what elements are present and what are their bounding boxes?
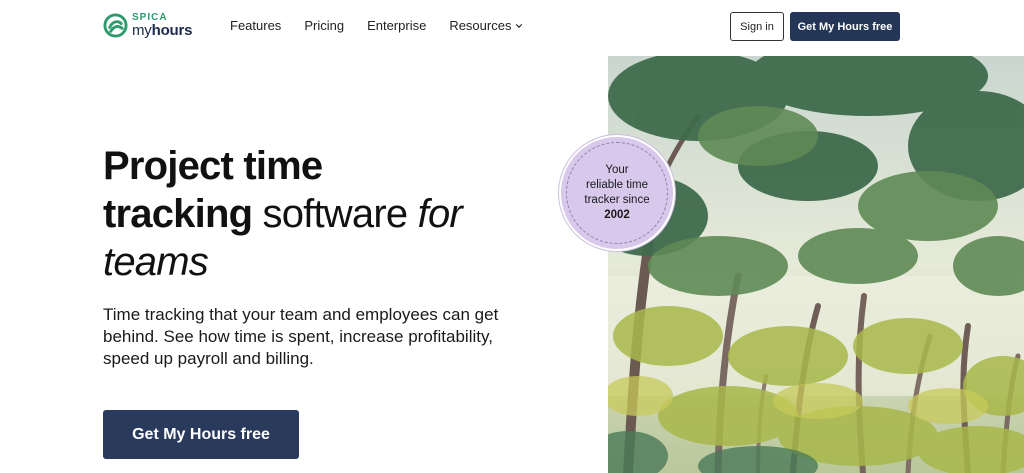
- main-nav: Features Pricing Enterprise Resources: [230, 18, 546, 33]
- nav-features[interactable]: Features: [230, 18, 281, 33]
- sign-in-button[interactable]: Sign in: [730, 12, 784, 41]
- logo-name-suffix: hours: [151, 22, 193, 39]
- badge-line-1: Your: [605, 164, 629, 176]
- logo-name: myhours: [132, 23, 192, 38]
- hero-title-part3: software: [252, 192, 418, 236]
- logo[interactable]: SPICA myhours: [103, 13, 192, 38]
- badge-year: 2002: [569, 208, 665, 223]
- hero-subtitle: Time tracking that your team and employe…: [103, 305, 499, 368]
- hero-title-part1: Project time: [103, 144, 323, 188]
- logo-text: SPICA myhours: [132, 13, 192, 39]
- nav-resources-label: Resources: [449, 18, 512, 33]
- badge-line-2: reliable time: [586, 179, 648, 191]
- badge-text: Your reliable time tracker since 2002: [569, 163, 665, 223]
- badge-year-value: 2002: [604, 209, 630, 221]
- nav-resources[interactable]: Resources: [449, 18, 523, 33]
- hero-title: Project time tracking software for teams: [103, 142, 563, 286]
- forest-illustration: [608, 56, 1024, 473]
- since-badge: Your reliable time tracker since 2002: [559, 135, 675, 251]
- site-header: SPICA myhours Features Pricing Enterpris…: [0, 0, 1024, 54]
- nav-enterprise[interactable]: Enterprise: [367, 18, 426, 33]
- hero-cta-button[interactable]: Get My Hours free: [103, 410, 299, 459]
- hero-title-part4: for: [417, 192, 463, 236]
- header-cta-button[interactable]: Get My Hours free: [790, 12, 900, 41]
- chevron-down-icon: [516, 23, 523, 28]
- nav-pricing[interactable]: Pricing: [304, 18, 344, 33]
- hero-forest-image: [608, 56, 1024, 473]
- hero-title-part2: tracking: [103, 192, 253, 236]
- hero-title-part5: teams: [103, 240, 209, 284]
- logo-icon: [103, 13, 128, 38]
- logo-name-prefix: my: [132, 22, 152, 39]
- badge-line-3: tracker since: [584, 194, 650, 206]
